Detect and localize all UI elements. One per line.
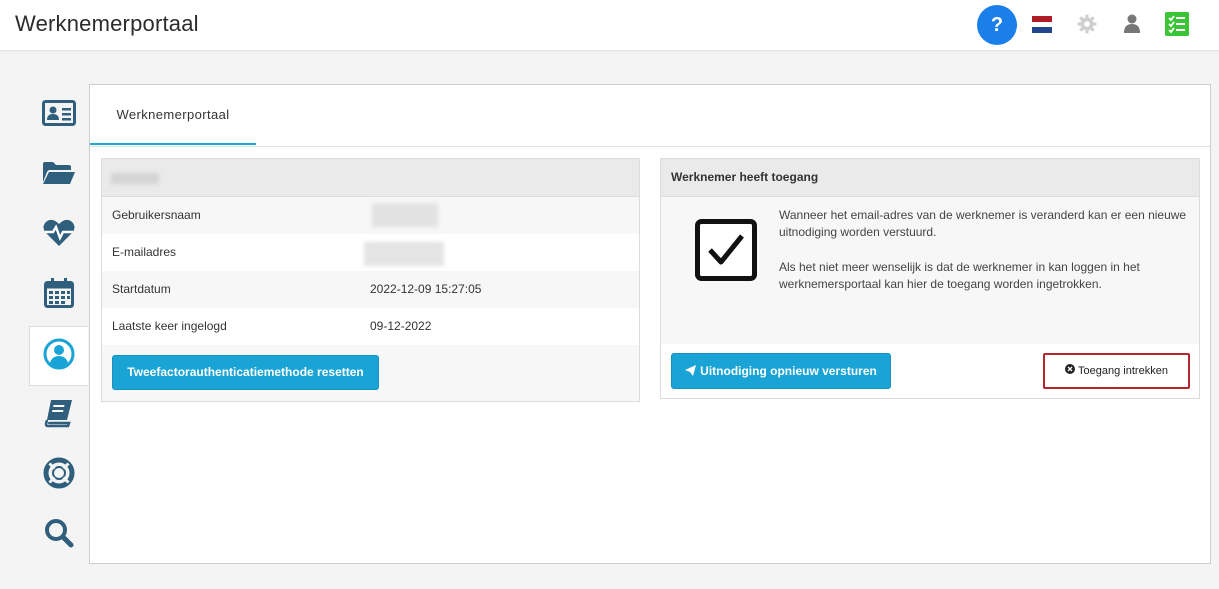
top-bar: Werknemerportaal ? — [0, 0, 1219, 51]
resend-invite-button[interactable]: Uitnodiging opnieuw versturen — [671, 353, 891, 389]
times-circle-icon — [1065, 355, 1076, 387]
redacted-email — [364, 242, 444, 266]
info-paragraph-revoke: Als het niet meer wenselijk is dat de we… — [779, 260, 1140, 291]
table-row: Gebruikersnaam — [102, 197, 639, 234]
revoke-access-label: Toegang intrekken — [1078, 365, 1168, 377]
table-row: E-mailadres — [102, 234, 639, 271]
row-label: Gebruikersnaam — [112, 208, 201, 222]
account-card: Gebruikersnaam E-mailadres Startdatum 20… — [101, 158, 640, 402]
redacted-username — [372, 203, 438, 227]
checklist-icon[interactable] — [1165, 12, 1189, 41]
row-label: Startdatum — [112, 282, 171, 296]
button-row: Tweefactorauthenticatiemethode resetten — [102, 345, 639, 401]
help-button[interactable]: ? — [977, 5, 1017, 45]
row-value: 09-12-2022 — [370, 319, 432, 333]
user-icon[interactable] — [1124, 14, 1140, 39]
tab-werknemerportaal[interactable]: Werknemerportaal — [90, 85, 256, 145]
book-icon — [44, 398, 74, 433]
account-card-header — [102, 159, 639, 197]
folder-icon — [42, 160, 76, 191]
table-row: Laatste keer ingelogd 09-12-2022 — [102, 308, 639, 345]
search-icon — [44, 518, 74, 553]
user-circle-icon — [43, 338, 75, 375]
sidebar-item-support[interactable] — [30, 446, 88, 504]
sidebar-item-search[interactable] — [30, 506, 88, 564]
id-card-icon — [42, 99, 76, 131]
row-value: 2022-12-09 15:27:05 — [370, 282, 482, 296]
sidebar-item-folder[interactable] — [30, 146, 88, 204]
lifebuoy-icon — [43, 457, 75, 494]
table-row: Startdatum 2022-12-09 15:27:05 — [102, 271, 639, 308]
info-paragraph-resend: Wanneer het email-adres van de werknemer… — [779, 208, 1187, 239]
sidebar-item-book[interactable] — [30, 386, 88, 444]
reset-2fa-button[interactable]: Tweefactorauthenticatiemethode resetten — [112, 355, 379, 390]
heartbeat-icon — [43, 219, 75, 252]
revoke-access-button[interactable]: Toegang intrekken — [1043, 353, 1190, 389]
paper-plane-icon — [685, 355, 697, 389]
checkbox-checked-icon — [695, 219, 757, 286]
app-title: Werknemerportaal — [15, 11, 199, 36]
gear-icon[interactable] — [1077, 14, 1097, 39]
access-card-title: Werknemer heeft toegang — [661, 159, 1199, 197]
sidebar-item-id-card[interactable] — [30, 86, 88, 144]
row-label: Laatste keer ingelogd — [112, 319, 227, 333]
main-panel: Werknemerportaal Gebruikersnaam E-mailad… — [89, 84, 1211, 564]
language-flag-icon[interactable] — [1032, 16, 1052, 33]
sidebar-item-employee-portal[interactable] — [29, 326, 88, 386]
resend-invite-label: Uitnodiging opnieuw versturen — [700, 364, 877, 378]
calendar-icon — [44, 277, 74, 313]
access-card-body: Wanneer het email-adres van de werknemer… — [661, 197, 1199, 344]
access-card: Werknemer heeft toegang Wanneer het emai… — [660, 158, 1200, 399]
tab-bar: Werknemerportaal — [90, 85, 1210, 147]
row-label: E-mailadres — [112, 245, 177, 259]
sidebar-item-calendar[interactable] — [30, 266, 88, 324]
sidebar-item-health[interactable] — [30, 206, 88, 264]
redacted-name — [111, 173, 159, 184]
